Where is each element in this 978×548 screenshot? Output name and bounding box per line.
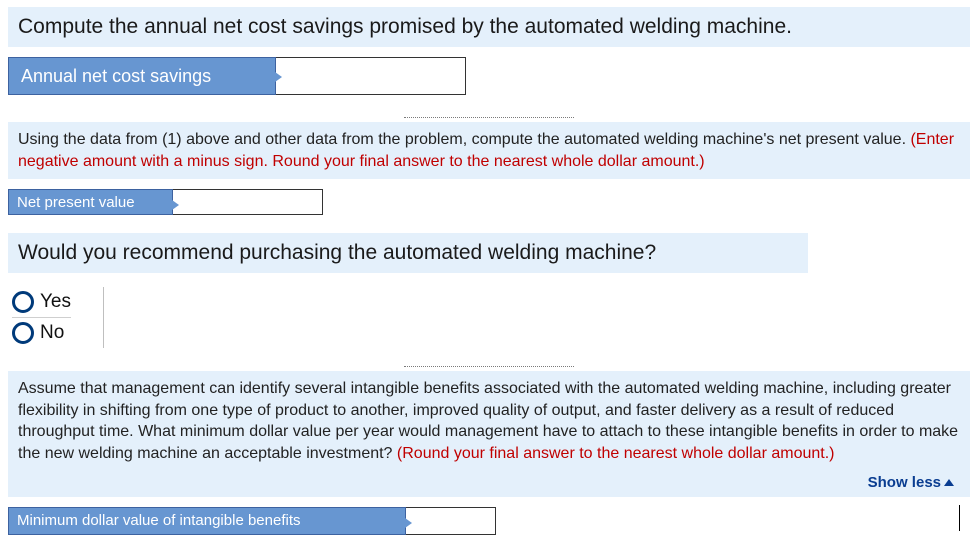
q2-input[interactable] <box>173 190 322 214</box>
q3-radio-group: Yes No <box>12 287 104 348</box>
text-cursor-icon <box>959 505 960 531</box>
q4-row-label: Minimum dollar value of intangible benef… <box>8 507 406 535</box>
cell-marker-icon <box>172 200 179 210</box>
q3-option-yes-label: Yes <box>40 291 71 313</box>
q4-input-cell[interactable] <box>406 507 496 535</box>
q4-input[interactable] <box>406 508 495 534</box>
show-less-label: Show less <box>868 474 941 491</box>
q2-row-label: Net present value <box>8 189 173 215</box>
q2-prompt-text: Using the data from (1) above and other … <box>18 131 910 148</box>
show-less-toggle[interactable]: Show less <box>18 465 960 497</box>
q2-prompt: Using the data from (1) above and other … <box>8 122 970 179</box>
section-divider <box>404 366 574 367</box>
q3-option-no[interactable]: No <box>12 317 71 348</box>
q4-row: Minimum dollar value of intangible benef… <box>8 507 970 535</box>
q1-row: Annual net cost savings <box>8 57 970 95</box>
q4-prompt: Assume that management can identify seve… <box>8 371 970 497</box>
q2-input-cell[interactable] <box>173 189 323 215</box>
radio-icon <box>12 322 34 344</box>
chevron-up-icon <box>944 479 954 486</box>
q1-input[interactable] <box>276 58 465 94</box>
q2-row: Net present value <box>8 189 970 215</box>
cell-marker-icon <box>275 72 282 82</box>
q1-input-cell[interactable] <box>276 57 466 95</box>
q3-prompt: Would you recommend purchasing the autom… <box>8 233 808 273</box>
section-divider <box>404 117 574 118</box>
q4-prompt-note: (Round your final answer to the nearest … <box>397 445 835 462</box>
q3-option-yes[interactable]: Yes <box>12 287 71 317</box>
q1-row-label: Annual net cost savings <box>8 57 276 95</box>
q1-prompt: Compute the annual net cost savings prom… <box>8 7 970 47</box>
q3-option-no-label: No <box>40 322 64 344</box>
cell-marker-icon <box>405 518 412 528</box>
radio-icon <box>12 291 34 313</box>
